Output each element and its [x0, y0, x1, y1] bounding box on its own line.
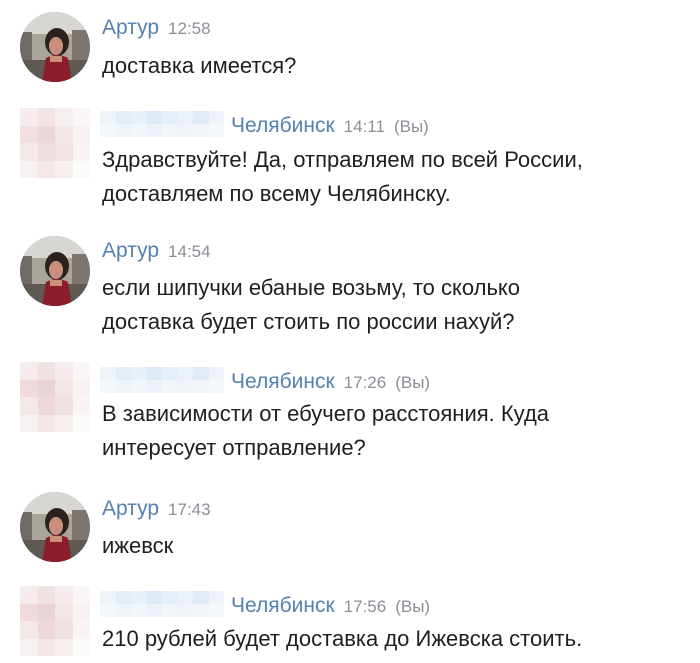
message-header: Артур 12:58	[102, 15, 211, 43]
message-time: 17:56	[343, 597, 387, 616]
message-text: 210 рублей будет доставка до Ижевска сто…	[102, 626, 583, 651]
message-header: Челябинск 14:11 (Вы)	[231, 113, 429, 141]
avatar-pixelated[interactable]	[20, 362, 90, 432]
avatar-pixelated[interactable]	[20, 108, 90, 178]
avatar[interactable]	[20, 12, 90, 82]
avatar-pixelated[interactable]	[20, 586, 90, 656]
message-header: Артур 14:54	[102, 238, 211, 266]
message-text: В зависимости от ебучего расстояния. Куд…	[102, 401, 550, 460]
message-text: ижевск	[102, 533, 174, 558]
avatar[interactable]	[20, 236, 90, 306]
you-label: (Вы)	[395, 373, 431, 392]
message-header: Артур 17:43	[102, 496, 211, 524]
message-text: Здравствуйте! Да, отправляем по всей Рос…	[102, 147, 583, 206]
message-text: если шипучки ебаные возьму, то сколько д…	[102, 275, 521, 334]
you-label: (Вы)	[393, 117, 429, 136]
author-name[interactable]: Артур	[102, 239, 159, 262]
avatar-photo-icon	[20, 236, 90, 306]
you-label: (Вы)	[395, 597, 431, 616]
avatar[interactable]	[20, 492, 90, 562]
author-name[interactable]: Артур	[102, 16, 159, 39]
author-name[interactable]: Челябинск	[231, 370, 335, 393]
avatar-photo-icon	[20, 12, 90, 82]
blurred-name-prefix	[100, 591, 224, 617]
message-time: 17:43	[168, 500, 211, 519]
blurred-name-prefix	[100, 367, 224, 393]
author-name[interactable]: Артур	[102, 497, 159, 520]
author-name[interactable]: Челябинск	[231, 594, 335, 617]
message-header: Челябинск 17:56 (Вы)	[231, 593, 430, 621]
message-text: доставка имеется?	[102, 53, 297, 78]
message-time: 14:11	[343, 117, 385, 136]
message-time: 14:54	[168, 242, 211, 261]
author-name[interactable]: Челябинск	[231, 114, 335, 137]
blurred-name-prefix	[100, 111, 224, 137]
message-time: 12:58	[168, 19, 211, 38]
message-time: 17:26	[343, 373, 387, 392]
avatar-photo-icon	[20, 492, 90, 562]
message-header: Челябинск 17:26 (Вы)	[231, 369, 430, 397]
